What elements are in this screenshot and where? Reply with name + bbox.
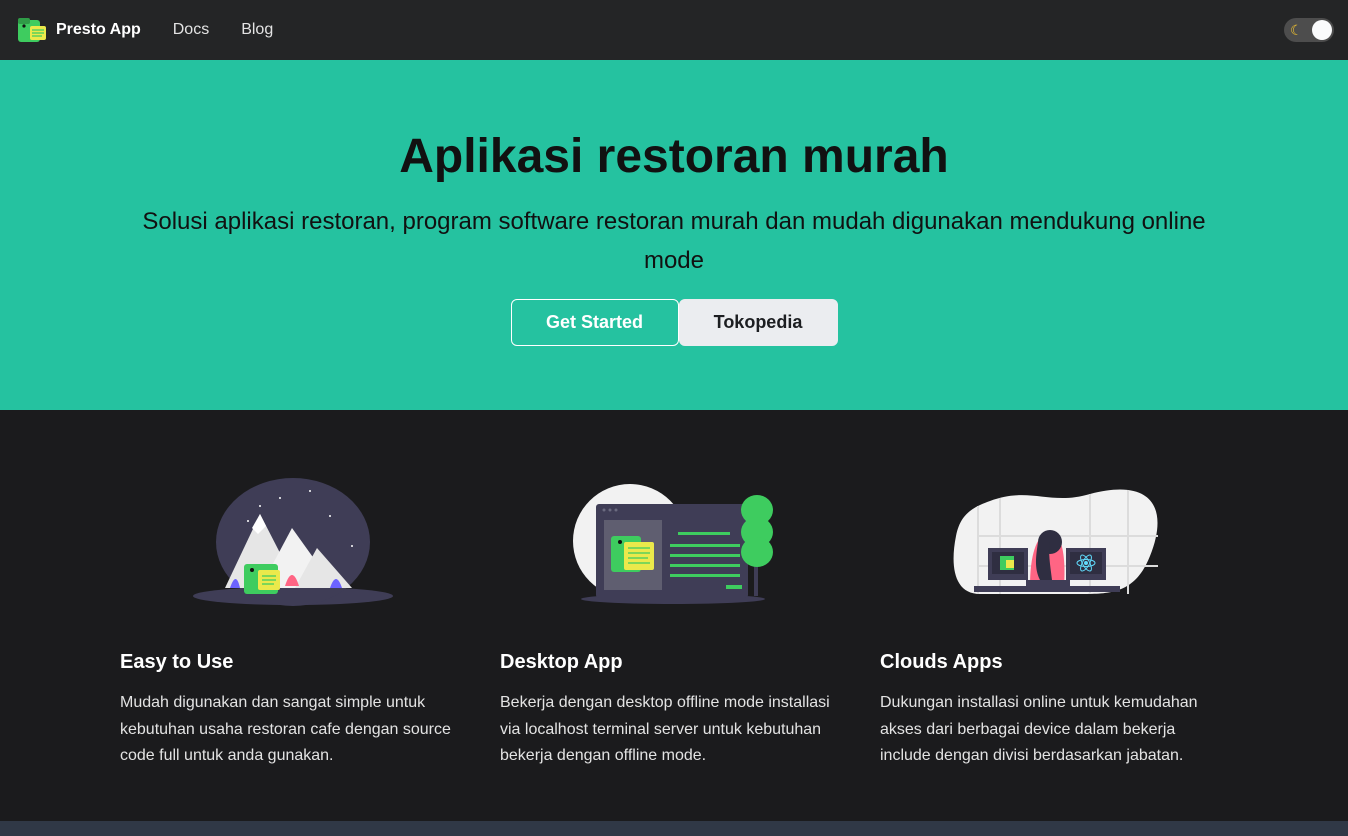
brand-link[interactable]: Presto App <box>16 16 141 44</box>
feature-title: Desktop App <box>500 651 623 673</box>
nav-link-blog[interactable]: Blog <box>225 17 289 43</box>
footer <box>0 821 1348 836</box>
dino-logo-icon <box>18 18 46 42</box>
hero-subtitle: Solusi aplikasi restoran, program softwa… <box>142 208 1206 274</box>
tokopedia-button[interactable]: Tokopedia <box>678 299 838 346</box>
mountain-dino-illustration <box>193 478 393 606</box>
person-monitors-illustration <box>953 489 1158 594</box>
nav-link-docs[interactable]: Docs <box>157 17 225 43</box>
features-section: Easy to Use Mudah digunakan dan sangat s… <box>0 410 1348 821</box>
brand-title: Presto App <box>56 21 141 38</box>
hero-title: Aplikasi restoran murah <box>399 130 949 183</box>
toggle-knob <box>1312 20 1332 40</box>
feature-text: Mudah digunakan dan sangat simple untuk … <box>120 694 451 764</box>
navbar: Presto App Docs Blog ☾ <box>0 0 1348 60</box>
feature-text: Dukungan installasi online untuk kemudah… <box>880 694 1198 764</box>
feature-text: Bekerja dengan desktop offline mode inst… <box>500 694 830 764</box>
desktop-window-illustration <box>573 484 773 604</box>
hero-buttons: Get Started Tokopedia <box>0 299 1348 346</box>
get-started-button[interactable]: Get Started <box>510 299 679 346</box>
hero-banner: Aplikasi restoran murah Solusi aplikasi … <box>0 60 1348 410</box>
feature-title: Easy to Use <box>120 651 234 673</box>
moon-icon: ☾ <box>1290 22 1303 38</box>
feature-title: Clouds Apps <box>880 651 1003 673</box>
theme-toggle[interactable]: ☾ <box>1284 18 1334 42</box>
